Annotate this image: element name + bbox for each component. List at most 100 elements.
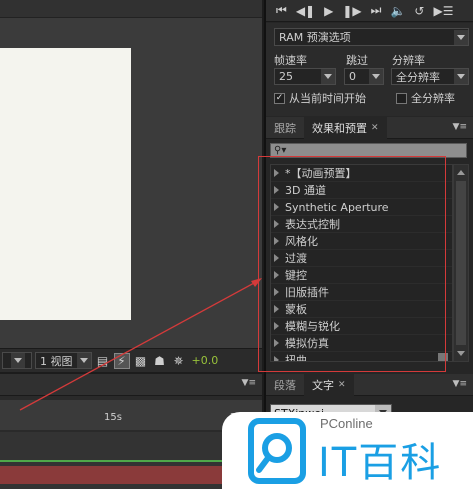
- first-frame-icon[interactable]: ⏮: [276, 3, 287, 18]
- skip-value: 0: [349, 70, 356, 83]
- view-layout-value: 1 视图: [40, 354, 73, 368]
- fast-preview-icon[interactable]: ⚡: [113, 352, 130, 369]
- tab-character[interactable]: 文字 ✕: [304, 373, 354, 396]
- resolution-label: 分辨率: [392, 54, 425, 67]
- from-current-time-checkbox[interactable]: ✓ 从当前时间开始: [274, 90, 366, 106]
- timeline-icon[interactable]: ▩: [133, 353, 149, 369]
- expand-triangle-icon[interactable]: [274, 186, 279, 194]
- effects-category-item[interactable]: *【动画预置】: [271, 165, 452, 182]
- preview-transport: ⏮ ◀❚ ▶ ❚▶ ⏭ 🔈 ↺ ▶☰: [266, 0, 473, 22]
- watermark-big-text: IT百科: [318, 440, 443, 486]
- effects-category-item[interactable]: 表达式控制: [271, 216, 452, 233]
- panel-menu-icon[interactable]: ▼≡: [242, 378, 256, 388]
- frame-rate-dropdown[interactable]: 25: [274, 68, 336, 85]
- effects-category-item[interactable]: 模糊与锐化: [271, 318, 452, 335]
- close-icon[interactable]: ✕: [371, 123, 379, 133]
- expand-triangle-icon[interactable]: [274, 288, 279, 296]
- full-screen-label: 全分辨率: [411, 92, 455, 105]
- expand-triangle-icon[interactable]: [274, 339, 279, 347]
- pconline-logo-icon: [248, 418, 306, 484]
- skip-dropdown[interactable]: 0: [344, 68, 384, 85]
- panel-menu-icon[interactable]: ▼≡: [453, 379, 467, 389]
- toggle-pixel-aspect-icon[interactable]: ▤: [95, 353, 111, 369]
- expand-triangle-icon[interactable]: [274, 169, 279, 177]
- scroll-down-icon[interactable]: [457, 351, 465, 356]
- composition-canvas[interactable]: [0, 48, 131, 320]
- scroll-thumb[interactable]: [456, 181, 466, 345]
- tab-effects-presets-label: 效果和预置: [312, 121, 367, 135]
- effects-category-label: 模拟仿真: [285, 337, 329, 350]
- expand-triangle-icon[interactable]: [274, 203, 279, 211]
- scroll-up-icon[interactable]: [457, 170, 465, 175]
- ram-preview-options-dropdown[interactable]: RAM 预演选项: [274, 28, 469, 46]
- magnification-dropdown[interactable]: [2, 352, 32, 369]
- watermark-small-text: PConline: [320, 416, 373, 431]
- effects-presets-panel: 跟踪 效果和预置 ✕ ▼≡ ⚲▾ *【动画预置】 3D 通道 Synthetic A…: [266, 116, 473, 373]
- expand-triangle-icon[interactable]: [274, 305, 279, 313]
- effects-category-label: *【动画预置】: [285, 167, 357, 180]
- search-icon: ⚲▾: [274, 145, 287, 156]
- prev-frame-icon[interactable]: ◀❚: [296, 4, 315, 18]
- preview-options: RAM 预演选项 帧速率 跳过 分辨率 25 0 全分辨率 ✓ 从当前时间开始 …: [266, 23, 473, 116]
- new-preset-icon[interactable]: [438, 353, 448, 361]
- expand-triangle-icon[interactable]: [274, 254, 279, 262]
- effects-tabs: 跟踪 效果和预置 ✕ ▼≡: [266, 116, 473, 139]
- tab-tracker[interactable]: 跟踪: [266, 117, 304, 139]
- next-frame-icon[interactable]: ❚▶: [342, 4, 361, 18]
- effects-category-item[interactable]: 键控: [271, 267, 452, 284]
- tab-paragraph-label: 段落: [274, 378, 296, 392]
- effects-search-input[interactable]: ⚲▾: [270, 143, 467, 158]
- effects-category-label: 扭曲: [285, 354, 307, 362]
- effects-category-label: Synthetic Aperture: [285, 200, 389, 214]
- expand-triangle-icon[interactable]: [274, 271, 279, 279]
- audio-icon[interactable]: 🔈: [390, 4, 405, 18]
- effects-category-label: 过渡: [285, 252, 307, 265]
- ram-preview-options-value: RAM 预演选项: [279, 31, 351, 44]
- tab-effects-presets[interactable]: 效果和预置 ✕: [304, 116, 387, 139]
- chevron-down-icon: [454, 69, 468, 84]
- effects-scrollbar[interactable]: [453, 164, 469, 362]
- last-frame-icon[interactable]: ⏭: [371, 3, 382, 18]
- loop-icon[interactable]: ↺: [414, 4, 424, 18]
- play-icon[interactable]: ▶: [324, 4, 333, 18]
- flowchart-icon[interactable]: ☗: [152, 353, 168, 369]
- full-screen-checkbox[interactable]: 全分辨率: [396, 90, 455, 106]
- chevron-down-icon: [76, 353, 91, 368]
- expand-triangle-icon[interactable]: [274, 356, 279, 361]
- effects-category-item[interactable]: 扭曲: [271, 352, 452, 362]
- effects-category-item[interactable]: 风格化: [271, 233, 452, 250]
- effects-category-label: 表达式控制: [285, 218, 340, 231]
- expand-triangle-icon[interactable]: [274, 220, 279, 228]
- timeline-header: ▼≡: [0, 374, 262, 396]
- panel-menu-icon[interactable]: ▼≡: [453, 122, 467, 132]
- composition-panel: [0, 0, 262, 348]
- composition-toolbar: 1 视图 ▤ ⚡ ▩ ☗ ✵ +0.0: [0, 348, 262, 372]
- effects-category-label: 风格化: [285, 235, 318, 248]
- view-layout-dropdown[interactable]: 1 视图: [35, 352, 92, 369]
- effects-category-item[interactable]: 过渡: [271, 250, 452, 267]
- ram-preview-icon[interactable]: ▶☰: [433, 4, 453, 18]
- checkbox-icon: [396, 92, 407, 104]
- resolution-dropdown[interactable]: 全分辨率: [391, 68, 469, 85]
- effects-list: *【动画预置】 3D 通道 Synthetic Aperture 表达式控制风格化过渡…: [270, 164, 453, 362]
- effects-category-label: 键控: [285, 269, 307, 282]
- tab-character-label: 文字: [312, 378, 334, 392]
- effects-category-item[interactable]: 蒙板: [271, 301, 452, 318]
- effects-category-label: 旧版插件: [285, 286, 329, 299]
- check-icon: ✓: [274, 92, 285, 104]
- expand-triangle-icon[interactable]: [274, 322, 279, 330]
- frame-rate-value: 25: [279, 70, 293, 83]
- close-icon[interactable]: ✕: [338, 380, 346, 390]
- exposure-value[interactable]: +0.0: [192, 354, 219, 367]
- effects-category-item[interactable]: 旧版插件: [271, 284, 452, 301]
- exposure-icon[interactable]: ✵: [171, 353, 187, 369]
- effects-category-item[interactable]: Synthetic Aperture: [271, 199, 452, 216]
- pconline-watermark: PConline IT百科: [222, 412, 473, 489]
- effects-category-item[interactable]: 模拟仿真: [271, 335, 452, 352]
- chevron-down-icon: [454, 29, 468, 45]
- skip-label: 跳过: [346, 54, 368, 67]
- chevron-down-icon: [11, 353, 25, 368]
- tab-paragraph[interactable]: 段落: [266, 374, 304, 396]
- expand-triangle-icon[interactable]: [274, 237, 279, 245]
- effects-category-item[interactable]: 3D 通道: [271, 182, 452, 199]
